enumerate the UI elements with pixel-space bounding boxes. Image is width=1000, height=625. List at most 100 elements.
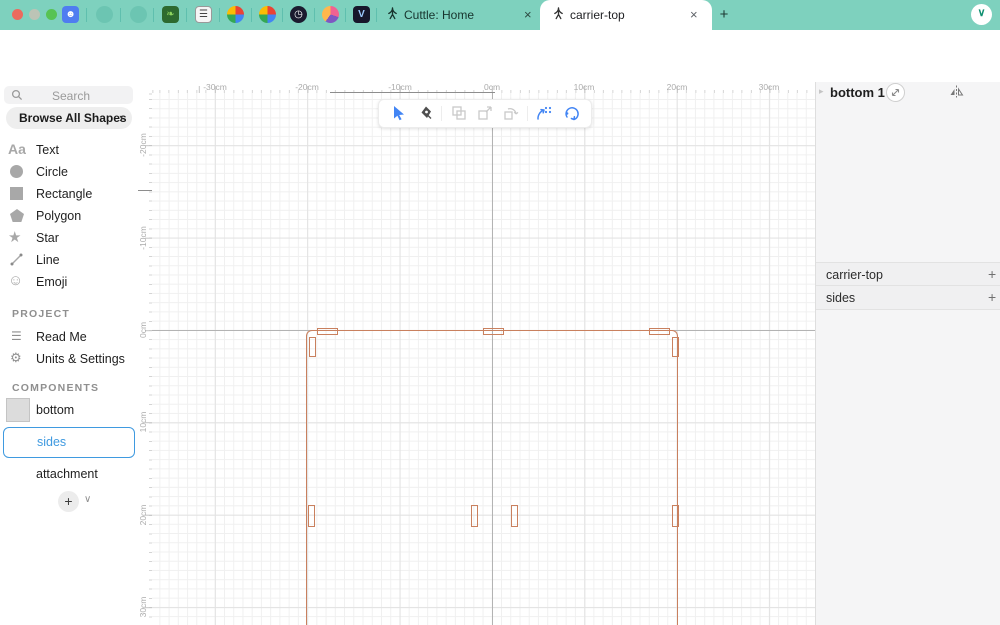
drawing-slot-upper-left[interactable] — [308, 337, 316, 357]
flip-modifier-icon[interactable] — [949, 84, 964, 99]
tab-search-chevron-button[interactable]: ∨ — [971, 4, 992, 25]
drawing-outline[interactable] — [306, 330, 678, 625]
component-bottom[interactable]: bottom — [0, 398, 138, 422]
pinned-tab-plant-icon[interactable]: ❧ — [162, 6, 179, 23]
rotate-copy-tool-icon-disabled — [503, 105, 520, 122]
add-component-chevron-icon[interactable]: ∨ — [84, 494, 91, 505]
left-sidebar: Search Browse All Shapes › Aa Text Circl… — [0, 82, 139, 625]
close-tab-icon[interactable]: × — [690, 7, 698, 22]
components-header: COMPONENTS — [12, 382, 100, 394]
pinned-tab-clock-icon[interactable]: ◷ — [290, 6, 307, 23]
drawing-slot-top-right[interactable] — [649, 328, 670, 335]
search-placeholder: Search — [52, 89, 91, 103]
pinned-tab-pinwheel-icon[interactable] — [227, 6, 244, 23]
add-component-button[interactable]: + — [58, 491, 79, 512]
section-sides[interactable]: sides + — [816, 285, 1000, 310]
select-tool-icon[interactable] — [391, 105, 408, 122]
drawing-slot-mid-right[interactable] — [672, 505, 679, 527]
drawing-slot-mid-center-left[interactable] — [470, 505, 478, 527]
window-zoom-button[interactable] — [46, 9, 57, 20]
ruler-label: 10cm — [573, 82, 595, 92]
tool-label: Rectangle — [36, 187, 93, 201]
text-tool-icon: Aa — [8, 141, 26, 157]
tool-rectangle[interactable]: Rectangle — [0, 184, 138, 206]
ruler-label: 30cm — [138, 596, 148, 618]
component-label: bottom — [36, 403, 75, 417]
toolbar-separator — [441, 106, 442, 121]
tab-carrier-top[interactable]: carrier-top × — [540, 0, 712, 30]
ruler-label: -20cm — [295, 82, 319, 92]
window-close-button[interactable] — [12, 9, 23, 20]
ruler-top: -30cm -20cm -10cm 0cm 10cm 20cm 30cm — [152, 82, 815, 93]
tab-cuttle-home[interactable]: Cuttle: Home × — [378, 0, 538, 30]
tool-circle[interactable]: Circle — [0, 162, 138, 184]
pinned-tab-pinwheel-icon[interactable] — [259, 6, 276, 23]
add-to-section-icon[interactable]: + — [988, 289, 996, 305]
tab-divider — [120, 8, 121, 22]
component-sides-selected[interactable]: sides — [3, 427, 135, 458]
sidebar-item-label: Units & Settings — [36, 352, 125, 366]
new-tab-button[interactable]: + — [714, 5, 734, 25]
rectangle-tool-icon — [10, 187, 23, 200]
window-minimize-button[interactable] — [29, 9, 40, 20]
ruler-label: -20cm — [138, 133, 148, 157]
emoji-tool-icon: ☺ — [8, 272, 24, 289]
tab-divider — [86, 8, 87, 22]
pinned-tab-icon[interactable] — [130, 6, 147, 23]
star-tool-icon: ★ — [8, 229, 22, 246]
component-thumbnail — [6, 398, 30, 422]
search-input[interactable]: Search — [4, 86, 133, 104]
chevron-right-icon: › — [119, 110, 124, 125]
pen-tool-icon[interactable] — [418, 105, 435, 122]
add-to-section-icon[interactable]: + — [988, 266, 996, 282]
drawing-slot-top-center[interactable] — [483, 328, 504, 335]
tab-divider — [345, 8, 346, 22]
ruler-label: 30cm — [758, 82, 780, 92]
sidebar-item-label: Read Me — [36, 330, 87, 344]
tool-label: Emoji — [36, 275, 68, 289]
ruler-label: -30cm — [203, 82, 227, 92]
browser-tab-strip: ☻ ❧ ☰ ◷ V Cuttle: Home × carrier-top × +… — [0, 0, 1000, 30]
right-panel: ▸ bottom 1 carrier-top + sides + — [815, 82, 1000, 625]
sidebar-item-read-me[interactable]: ☰ Read Me — [0, 326, 138, 348]
circle-tool-icon — [10, 165, 23, 178]
browser-toolbar: ← → ⟳ cuttle.xyz/@keremdiren/carrier-top… — [0, 30, 1000, 115]
instance-header[interactable]: ▸ bottom 1 — [816, 82, 1000, 104]
tool-emoji[interactable]: ☺ Emoji — [0, 272, 138, 294]
section-carrier-top[interactable]: carrier-top + — [816, 262, 1000, 286]
drawing-slot-top-left[interactable] — [317, 328, 338, 335]
cuttle-favicon — [386, 7, 399, 20]
boolean-tool-icon-disabled — [451, 105, 468, 122]
pinned-tab-v-icon[interactable]: V — [353, 6, 370, 23]
instance-transform-badge-icon[interactable] — [886, 83, 905, 102]
search-icon — [11, 89, 23, 101]
design-canvas[interactable] — [152, 93, 815, 625]
drawing-slot-mid-center-right[interactable] — [510, 505, 518, 527]
mirror-repeat-tool-icon[interactable] — [536, 105, 553, 122]
ruler-corner — [138, 82, 152, 93]
browse-all-shapes-button[interactable]: Browse All Shapes › — [6, 107, 132, 129]
pinned-tab-profile-icon[interactable]: ☻ — [62, 6, 79, 23]
pinned-tab-notebook-icon[interactable]: ☰ — [195, 6, 212, 23]
tool-text[interactable]: Aa Text — [0, 140, 138, 162]
close-tab-icon[interactable]: × — [524, 7, 532, 22]
instance-name[interactable]: bottom 1 — [830, 85, 885, 100]
tab-divider — [251, 8, 252, 22]
section-label: sides — [826, 291, 856, 305]
sidebar-item-units-settings[interactable]: ⚙ Units & Settings — [0, 348, 138, 370]
tool-label: Text — [36, 143, 59, 157]
tool-polygon[interactable]: Polygon — [0, 206, 138, 228]
tool-star[interactable]: ★ Star — [0, 228, 138, 250]
drawing-slot-mid-left[interactable] — [308, 505, 315, 527]
component-attachment[interactable]: attachment — [0, 465, 138, 485]
tool-line[interactable]: Line — [0, 250, 138, 272]
app-window: ☻ ❧ ☰ ◷ V Cuttle: Home × carrier-top × +… — [0, 0, 1000, 625]
tool-label: Line — [36, 253, 60, 267]
drawing-slot-upper-right[interactable] — [671, 337, 679, 357]
ruler-label: 20cm — [138, 504, 148, 526]
disclosure-triangle-icon[interactable]: ▸ — [819, 86, 824, 97]
pinned-tab-icon[interactable] — [96, 6, 113, 23]
rotational-repeat-tool-icon[interactable] — [564, 105, 581, 122]
pinned-tab-spark-icon[interactable] — [322, 6, 339, 23]
ruler-ticks — [145, 93, 152, 625]
